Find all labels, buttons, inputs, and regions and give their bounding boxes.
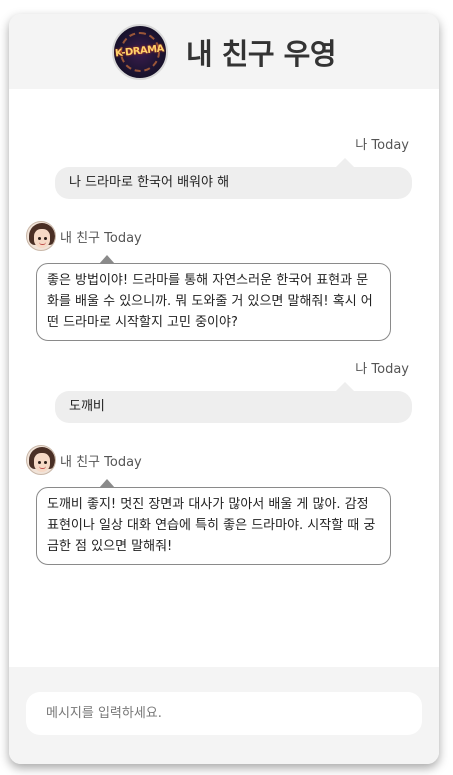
- friend-avatar: [26, 221, 56, 251]
- user-message-bubble: 도깨비: [55, 382, 412, 423]
- logo-text: K-DRAMA: [115, 43, 165, 60]
- bot-message-header: 내 친구 Today: [26, 445, 142, 475]
- bot-message-header: 내 친구 Today: [26, 221, 142, 251]
- message-text: 도깨비 좋지! 멋진 장면과 대사가 많아서 배울 게 많아. 감정 표현이나 …: [47, 497, 376, 554]
- message-input[interactable]: [26, 692, 422, 735]
- kdrama-logo: K-DRAMA: [111, 23, 168, 80]
- message-text: 나 드라마로 한국어 배워야 해: [69, 175, 230, 190]
- composer-bar: [9, 667, 439, 764]
- chat-header: K-DRAMA 내 친구 우영: [9, 14, 439, 89]
- chat-app: K-DRAMA 내 친구 우영 나 Today 나 드라마로 한국어 배워야 해…: [9, 14, 439, 764]
- bot-message-bubble: 좋은 방법이야! 드라마를 통해 자연스러운 한국어 표현과 문화를 배울 수 …: [36, 255, 391, 341]
- message-list: 나 Today 나 드라마로 한국어 배워야 해 내 친구 Today 좋은 방…: [9, 89, 439, 667]
- chat-title: 내 친구 우영: [185, 36, 337, 71]
- message-meta: 나 Today: [355, 138, 409, 153]
- message-text: 좋은 방법이야! 드라마를 통해 자연스러운 한국어 표현과 문화를 배울 수 …: [47, 273, 373, 330]
- message-meta: 나 Today: [355, 362, 409, 377]
- user-message-bubble: 나 드라마로 한국어 배워야 해: [55, 158, 412, 199]
- friend-avatar: [26, 445, 56, 475]
- bot-message-bubble: 도깨비 좋지! 멋진 장면과 대사가 많아서 배울 게 많아. 감정 표현이나 …: [36, 479, 391, 565]
- message-text: 도깨비: [69, 399, 105, 414]
- message-meta: 내 친구 Today: [60, 230, 142, 246]
- message-meta: 내 친구 Today: [60, 454, 142, 470]
